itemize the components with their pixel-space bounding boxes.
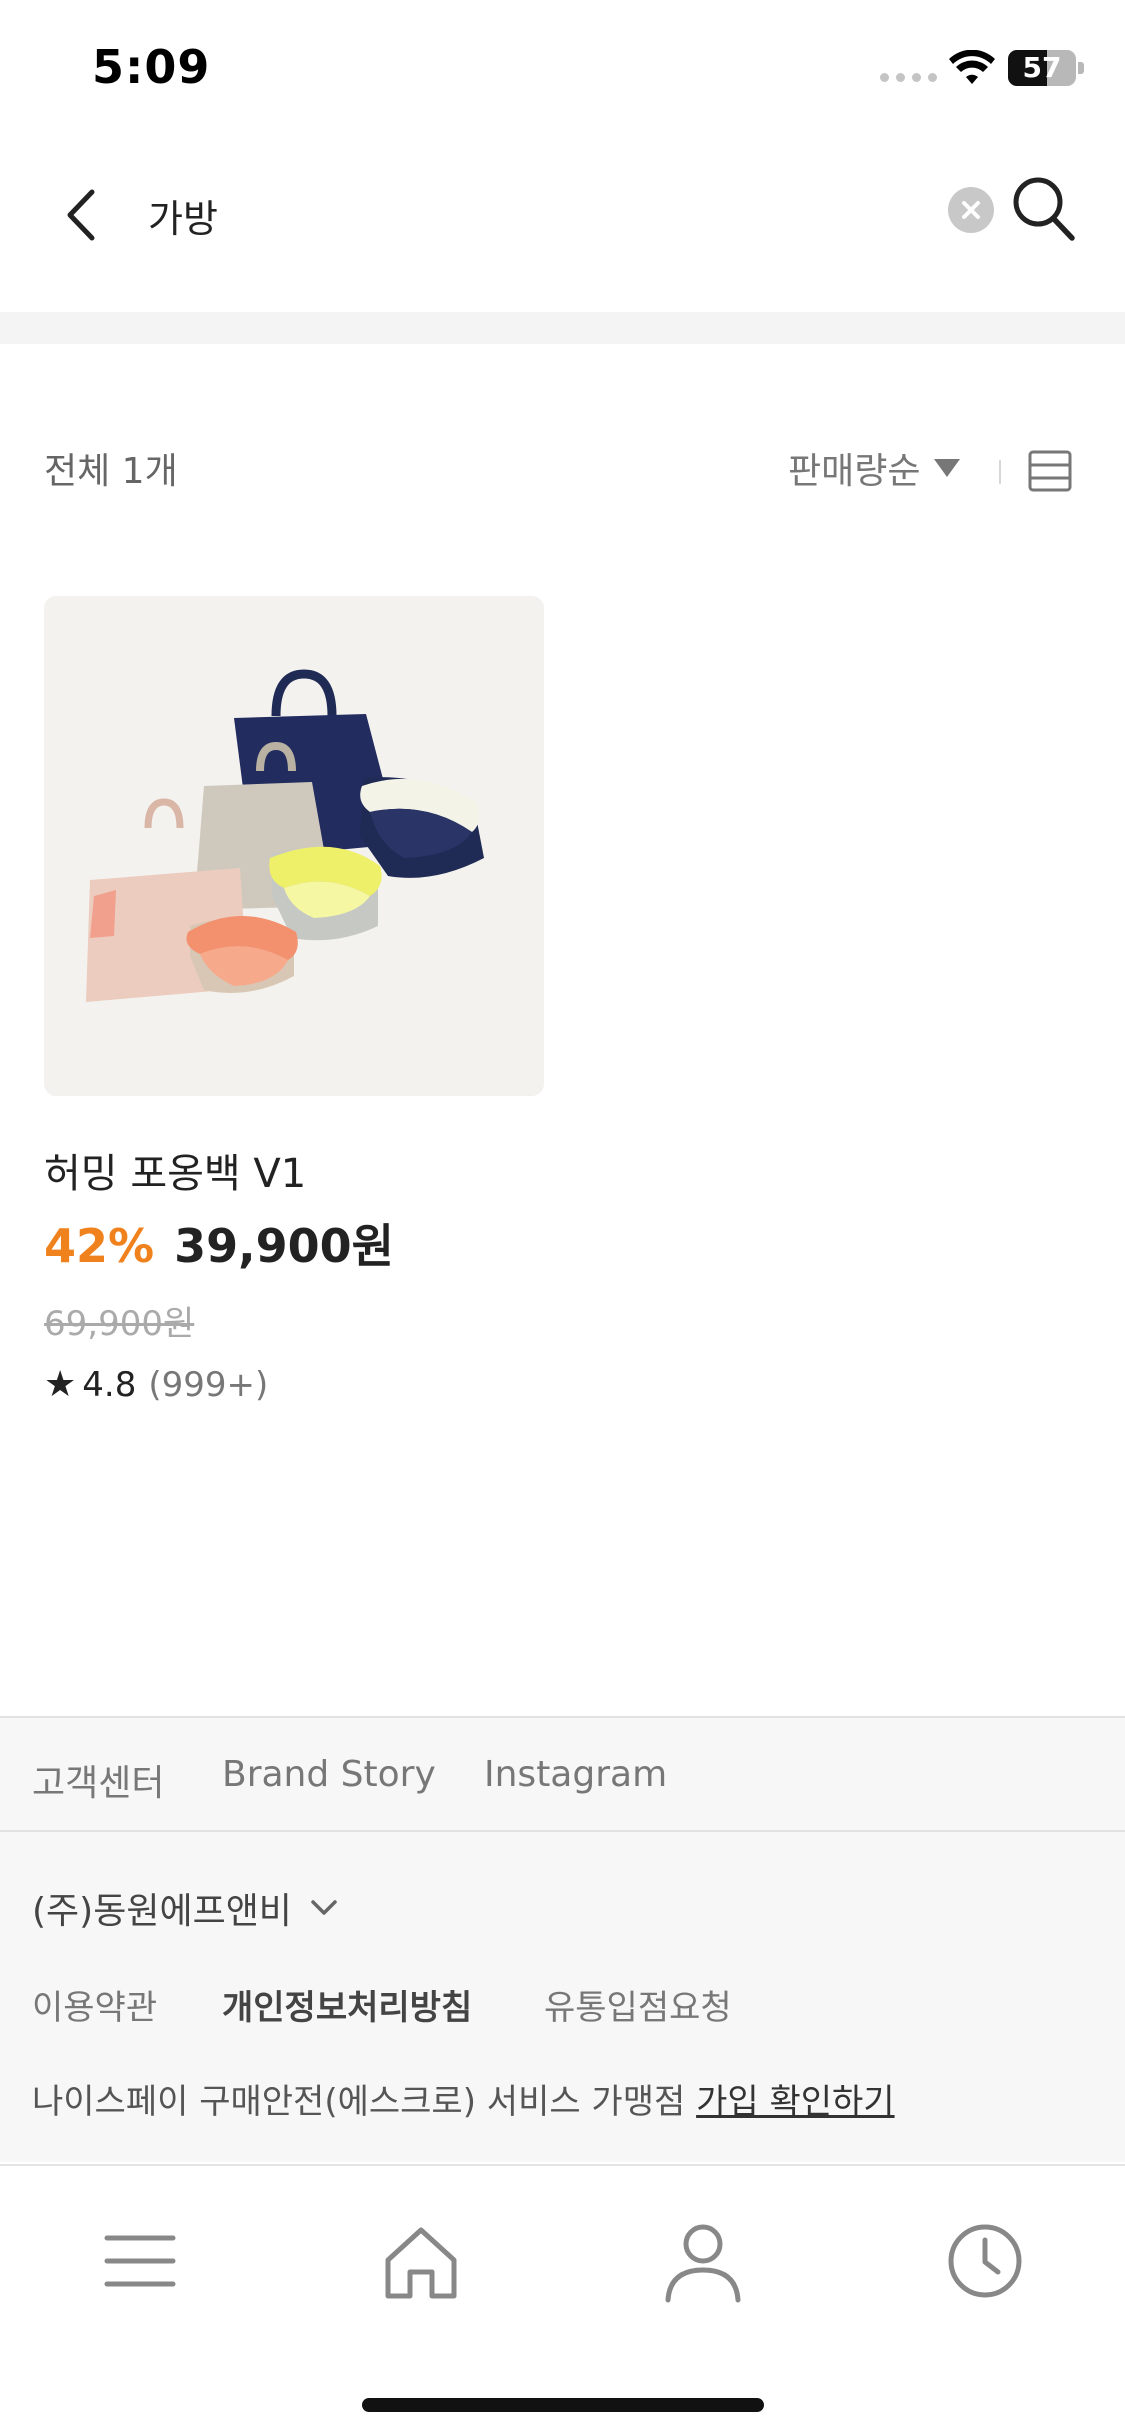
status-time: 5:09 — [92, 40, 211, 94]
footer-link-brand-story[interactable]: Brand Story — [222, 1754, 436, 1795]
page: 5:09 57 전체 1개 — [0, 0, 1125, 2436]
list-view-icon[interactable] — [1028, 450, 1072, 492]
footer: 고객센터 Brand Story Instagram (주)동원에프앤비 이용약… — [0, 1716, 1125, 2162]
footer-link-customer-center[interactable]: 고객센터 — [32, 1754, 164, 1806]
signal-dots-icon — [880, 73, 937, 82]
sort-dropdown[interactable]: 판매량순 — [788, 438, 961, 498]
sale-price: 39,900원 — [174, 1219, 394, 1273]
product-illustration — [86, 669, 484, 1002]
bottom-nav — [0, 2164, 1125, 2436]
back-chevron-icon[interactable] — [56, 180, 106, 250]
distribution-request-link[interactable]: 유통입점요청 — [544, 1980, 732, 2029]
wifi-icon — [949, 50, 995, 84]
product-image[interactable] — [44, 596, 544, 1096]
home-indicator — [362, 2398, 764, 2412]
rating-value: 4.8 — [82, 1364, 137, 1405]
clock-icon[interactable] — [940, 2216, 1030, 2306]
chevron-down-icon — [311, 1900, 337, 1915]
price-row: 42% 39,900원 — [44, 1210, 394, 1276]
total-count: 전체 1개 — [44, 451, 178, 492]
caret-down-icon — [934, 459, 961, 477]
search-input[interactable] — [148, 180, 928, 250]
search-magnifier-icon[interactable] — [1010, 172, 1076, 244]
review-count: (999+) — [148, 1364, 269, 1405]
list-header: 전체 1개 판매량순 — [0, 430, 1125, 510]
company-toggle[interactable]: (주)동원에프앤비 — [32, 1882, 338, 1934]
battery-level: 57 — [1022, 51, 1062, 84]
sort-label: 판매량순 — [788, 451, 921, 492]
battery-icon: 57 — [1008, 50, 1084, 86]
clear-circle-icon[interactable] — [948, 187, 994, 233]
escrow-confirm-link[interactable]: 가입 확인하기 — [696, 2082, 895, 2122]
product-name[interactable]: 허밍 포옹백 V1 — [44, 1141, 306, 1199]
escrow-text: 나이스페이 구매안전(에스크로) 서비스 가맹점 — [32, 2082, 686, 2122]
star-icon: ★ — [44, 1364, 77, 1405]
header-separator — [999, 460, 1001, 484]
footer-links: 고객센터 Brand Story Instagram — [0, 1718, 1125, 1832]
search-header — [0, 150, 1125, 300]
status-bar: 5:09 57 — [0, 0, 1125, 132]
escrow-notice: 나이스페이 구매안전(에스크로) 서비스 가맹점 가입 확인하기 — [32, 2074, 895, 2123]
discount-rate: 42% — [44, 1219, 155, 1273]
privacy-policy-link[interactable]: 개인정보처리방침 — [222, 1980, 472, 2029]
user-icon[interactable] — [658, 2216, 748, 2306]
home-icon[interactable] — [376, 2216, 466, 2306]
menu-icon[interactable] — [95, 2216, 185, 2306]
rating-row: ★ 4.8 (999+) — [44, 1364, 268, 1405]
product-card[interactable]: 허밍 포옹백 V1 42% 39,900원 69,900원 ★ 4.8 (999… — [44, 596, 544, 1426]
footer-link-instagram[interactable]: Instagram — [484, 1754, 667, 1795]
section-divider — [0, 312, 1125, 344]
original-price: 69,900원 — [44, 1304, 195, 1344]
company-name: (주)동원에프앤비 — [32, 1891, 292, 1932]
terms-link[interactable]: 이용약관 — [32, 1980, 157, 2029]
